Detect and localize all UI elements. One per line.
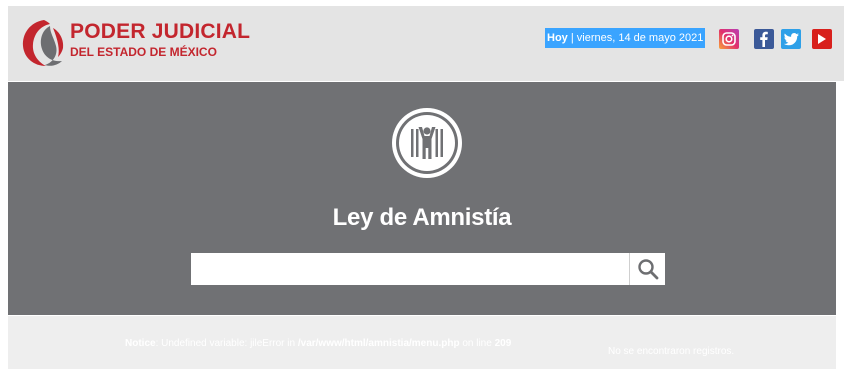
facebook-icon xyxy=(760,31,768,47)
instagram-icon xyxy=(722,32,736,46)
poder-judicial-logo[interactable]: PODER JUDICIAL DEL ESTADO DE MÉXICO xyxy=(20,18,260,68)
date-separator: | xyxy=(567,32,577,44)
search-bar xyxy=(191,253,665,285)
search-button[interactable] xyxy=(629,253,665,285)
twitter-link[interactable] xyxy=(781,29,801,49)
page-title: Ley de Amnistía xyxy=(332,204,512,231)
date-prefix: Hoy xyxy=(547,32,568,44)
youtube-icon xyxy=(818,34,826,44)
facebook-link[interactable] xyxy=(754,29,774,49)
amnesty-emblem-icon xyxy=(392,108,462,178)
notice-message: : Undefined variable: jileError in xyxy=(155,338,298,349)
search-input[interactable] xyxy=(191,253,621,285)
instagram-link[interactable] xyxy=(719,29,739,49)
notice-bar: Notice: Undefined variable: jileError in… xyxy=(8,316,836,369)
notice-line-number: 209 xyxy=(494,338,512,349)
twitter-icon xyxy=(783,32,799,45)
page: PODER JUDICIAL DEL ESTADO DE MÉXICO Hoy … xyxy=(0,0,844,369)
youtube-link[interactable] xyxy=(812,29,832,49)
search-icon xyxy=(637,259,658,280)
notice-label: Notice xyxy=(125,338,156,349)
date-text: viernes, 14 de mayo 2021 xyxy=(576,32,704,44)
logo-title: PODER JUDICIAL xyxy=(70,20,251,43)
php-notice: Notice: Undefined variable: jileError in… xyxy=(125,338,511,349)
header: PODER JUDICIAL DEL ESTADO DE MÉXICO Hoy … xyxy=(8,6,844,81)
no-records-message: No se encontraron registros. xyxy=(608,346,735,357)
notice-path: /var/www/html/amnistia/menu.php xyxy=(297,338,460,349)
poder-judicial-logo-icon xyxy=(22,20,64,66)
notice-line-text: on line xyxy=(459,338,495,349)
current-date: Hoy | viernes, 14 de mayo 2021 xyxy=(545,28,706,48)
logo-subtitle: DEL ESTADO DE MÉXICO xyxy=(70,45,217,59)
hero-section: Ley de Amnistía xyxy=(8,82,836,315)
